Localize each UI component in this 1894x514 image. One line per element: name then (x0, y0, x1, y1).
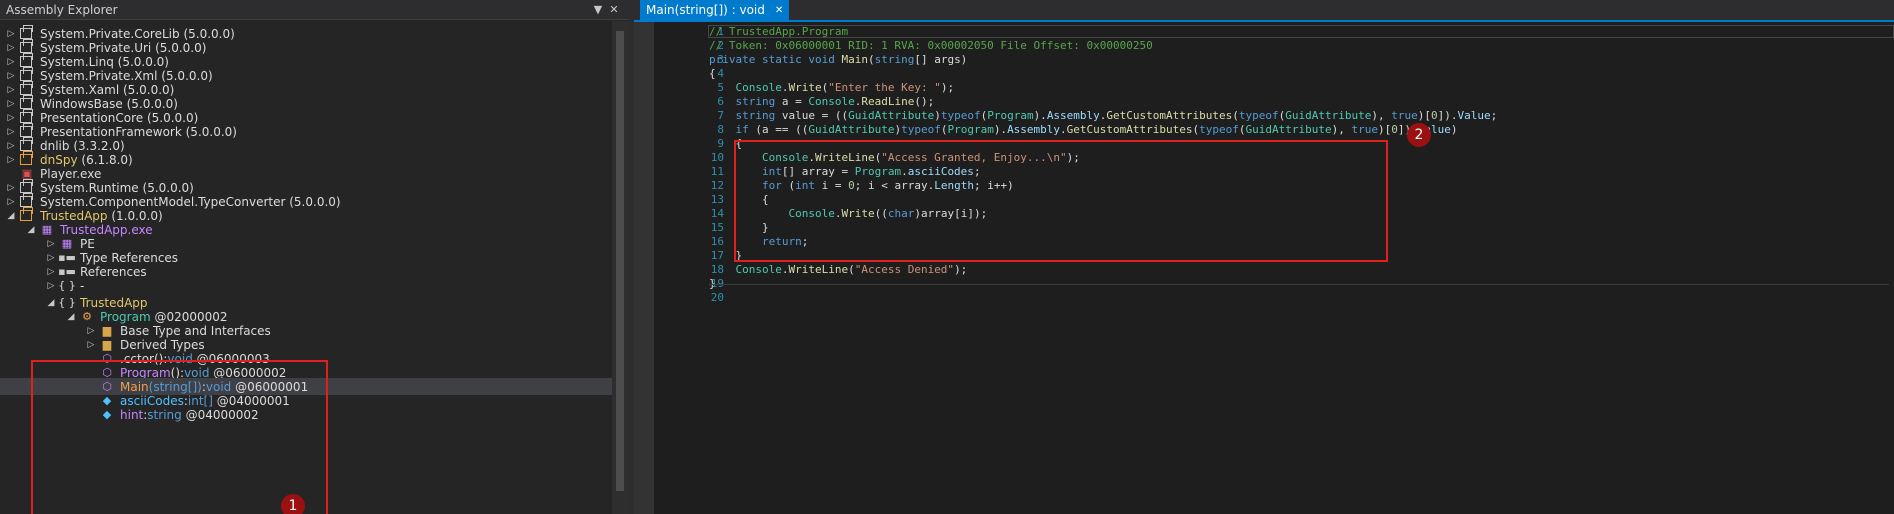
code-editor[interactable]: 1// TrustedApp.Program 2// Token: 0x0600… (634, 22, 1894, 514)
collapse-icon[interactable]: ◢ (46, 298, 56, 308)
tree-item-label: - (80, 278, 85, 293)
chevron-down-icon[interactable]: ▼ (590, 3, 606, 16)
assembly-icon (20, 193, 33, 207)
expand-icon[interactable]: ▷ (86, 340, 96, 350)
expand-icon[interactable]: ▷ (6, 141, 16, 151)
editor-panel: Main(string[]) : void ✕ 1// TrustedApp.P… (634, 0, 1894, 514)
code-line: 3 private static void Main(string[] args) (709, 52, 968, 66)
code-text: private static void Main(string[] args) (709, 52, 968, 66)
assembly-icon (20, 109, 33, 123)
assembly-icon (20, 151, 33, 165)
code-text: Console.Write("Enter the Key: "); (735, 80, 955, 94)
tab-main[interactable]: Main(string[]) : void ✕ (640, 0, 790, 20)
assembly-icon (20, 137, 33, 151)
assembly-icon (20, 207, 33, 221)
collapse-icon[interactable]: ◢ (26, 225, 36, 235)
expand-icon[interactable]: ▷ (86, 326, 96, 336)
expand-icon[interactable]: ▷ (46, 253, 56, 263)
code-line: 1// TrustedApp.Program (709, 24, 849, 38)
code-text: { (709, 66, 716, 80)
expand-icon[interactable]: ▷ (46, 239, 56, 249)
code-line: 4{ (709, 66, 724, 80)
expand-icon[interactable]: ▷ (46, 267, 56, 277)
collapse-icon[interactable]: ◢ (66, 312, 76, 322)
assembly-explorer-title: Assembly Explorer (6, 2, 118, 17)
code-line: 7 string value = ((GuidAttribute)typeof(… (634, 108, 1894, 122)
expand-icon[interactable]: ▷ (6, 127, 16, 137)
collapse-icon[interactable]: ◢ (6, 211, 16, 221)
method-end-separator (709, 284, 1889, 285)
annotation-badge-1: 1 (281, 494, 305, 514)
assembly-explorer-header: Assembly Explorer ▼ ✕ (0, 0, 628, 20)
assembly-icon (20, 53, 33, 67)
tree-scrollbar[interactable] (612, 21, 628, 514)
tree-item-namespace-empty[interactable]: ▷ { } - (0, 277, 612, 294)
expand-icon[interactable]: ▷ (6, 71, 16, 81)
code-text: string a = Console.ReadLine(); (735, 94, 935, 108)
assembly-icon (20, 123, 33, 137)
highlight-box-2 (734, 140, 1388, 262)
expand-icon[interactable]: ▷ (46, 281, 56, 291)
code-line: 6 string a = Console.ReadLine(); (634, 94, 1894, 108)
assembly-icon (20, 81, 33, 95)
code-text: // Token: 0x06000001 RID: 1 RVA: 0x00002… (709, 38, 1153, 52)
assembly-icon (20, 67, 33, 81)
assembly-icon (20, 95, 33, 109)
code-line: 18 Console.WriteLine("Access Denied"); (710, 262, 968, 276)
code-text: string value = ((GuidAttribute)typeof(Pr… (735, 108, 1498, 122)
close-icon[interactable]: ✕ (775, 5, 783, 16)
editor-tabbar: Main(string[]) : void ✕ (634, 0, 1894, 22)
expand-icon[interactable]: ▷ (6, 57, 16, 67)
expand-icon[interactable]: ▷ (6, 99, 16, 109)
expand-icon[interactable]: ▷ (6, 113, 16, 123)
close-icon[interactable]: ✕ (606, 3, 622, 16)
highlight-box-1 (31, 360, 328, 514)
expand-icon[interactable]: ▷ (6, 155, 16, 165)
tab-label: Main(string[]) : void (646, 3, 765, 17)
code-line: 20 (710, 290, 724, 304)
expand-icon[interactable]: ▷ (6, 29, 16, 39)
expand-icon[interactable]: ▷ (6, 183, 16, 193)
code-text: // TrustedApp.Program (709, 24, 849, 38)
assembly-icon (20, 179, 33, 193)
expand-icon[interactable]: ▷ (6, 85, 16, 95)
namespace-icon: { } (58, 279, 76, 292)
annotation-badge-2: 2 (1407, 123, 1431, 147)
code-text: if (a == ((GuidAttribute)typeof(Program)… (735, 122, 1458, 136)
code-line: 8 if (a == ((GuidAttribute)typeof(Progra… (634, 122, 1894, 136)
scrollbar-thumb[interactable] (616, 31, 624, 491)
code-line: 5 Console.Write("Enter the Key: "); (634, 80, 1894, 94)
assembly-icon (20, 25, 33, 39)
expand-icon[interactable]: ▷ (6, 197, 16, 207)
assembly-explorer-panel: Assembly Explorer ▼ ✕ ▷ System.Private.C… (0, 0, 628, 514)
code-line: 2// Token: 0x06000001 RID: 1 RVA: 0x0000… (709, 38, 1153, 52)
code-text: Console.WriteLine("Access Denied"); (735, 262, 968, 276)
expand-icon[interactable]: ▷ (6, 43, 16, 53)
assembly-icon (20, 39, 33, 53)
